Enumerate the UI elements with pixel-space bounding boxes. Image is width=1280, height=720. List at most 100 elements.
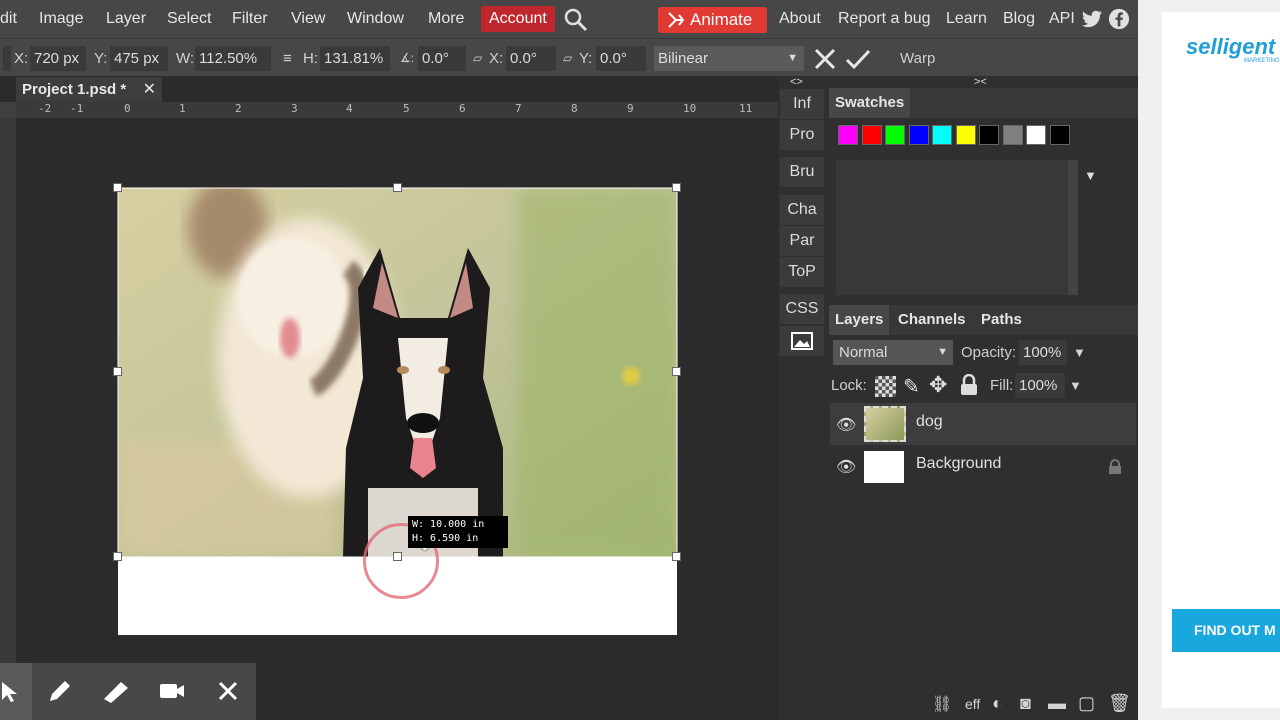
tab-layers[interactable]: Layers xyxy=(829,305,890,335)
transform-handle-top[interactable] xyxy=(393,183,402,192)
lock-move-icon[interactable]: ✥ xyxy=(929,372,947,398)
swatch-color[interactable] xyxy=(1049,125,1070,145)
side-btn-brush[interactable]: Bru xyxy=(780,157,824,187)
menu-window[interactable]: Window xyxy=(347,0,404,38)
transform-handle-bottom-right[interactable] xyxy=(672,552,681,561)
link-icon[interactable]: ≡ xyxy=(283,46,292,71)
facebook-icon[interactable] xyxy=(1108,8,1130,30)
pointer-tool-icon[interactable] xyxy=(0,663,32,720)
layer-row-background[interactable]: 👁︎ Background xyxy=(830,445,1136,487)
menu-edit[interactable]: dit xyxy=(0,0,17,38)
swatch-color[interactable] xyxy=(1026,125,1046,145)
fill-field[interactable]: 100% xyxy=(1015,373,1065,398)
new-group-folder-icon[interactable]: ▬ xyxy=(1048,693,1066,714)
lock-all-icon[interactable] xyxy=(959,373,979,396)
opacity-field[interactable]: 100% xyxy=(1019,340,1067,365)
image-icon xyxy=(791,332,813,350)
menu-select[interactable]: Select xyxy=(167,0,211,38)
highlighter-tool-icon[interactable] xyxy=(101,677,131,707)
menu-report-bug[interactable]: Report a bug xyxy=(838,0,931,38)
menu-learn[interactable]: Learn xyxy=(946,0,987,38)
interpolation-select[interactable]: Bilinear ▼ xyxy=(654,46,804,71)
document-canvas[interactable]: ⇕ W: 10.000 in H: 6.590 in xyxy=(113,183,681,635)
skew-y-field[interactable]: 0.0° xyxy=(596,46,646,71)
visibility-eye-icon[interactable]: 👁︎ xyxy=(836,457,856,477)
swatch-color[interactable] xyxy=(885,125,905,145)
close-toolbar-icon[interactable] xyxy=(215,677,245,707)
document-tab[interactable]: Project 1.psd * ✕ xyxy=(16,77,162,102)
side-btn-character[interactable]: Cha xyxy=(780,195,824,225)
link-layers-icon[interactable]: ⛓ xyxy=(932,694,952,714)
transform-handle-right[interactable] xyxy=(672,367,681,376)
swatch-color[interactable] xyxy=(908,125,929,145)
menu-about[interactable]: About xyxy=(779,0,821,38)
y-position-field[interactable]: 475 px xyxy=(110,46,168,71)
cancel-transform-icon[interactable] xyxy=(813,47,837,71)
ad-cta-button[interactable]: FIND OUT M xyxy=(1172,609,1280,652)
side-btn-properties[interactable]: Pro xyxy=(780,120,824,150)
account-button[interactable]: Account xyxy=(481,6,555,32)
opacity-dropdown-icon[interactable]: ▼ xyxy=(1073,345,1086,360)
swatches-menu-icon[interactable]: ▼ xyxy=(1084,168,1097,183)
tab-channels[interactable]: Channels xyxy=(892,305,972,335)
new-layer-icon[interactable]: ▢ xyxy=(1078,693,1095,714)
warp-button[interactable]: Warp xyxy=(900,46,935,71)
x-position-field[interactable]: 720 px xyxy=(30,46,86,71)
lock-transparency-icon[interactable] xyxy=(875,376,896,397)
menu-view[interactable]: View xyxy=(291,0,325,38)
transform-handle-bottom-left[interactable] xyxy=(113,552,122,561)
ad-content[interactable]: selligent MARKETING FIND OUT M xyxy=(1162,12,1280,708)
animate-button[interactable]: Animate xyxy=(658,7,767,33)
delete-layer-icon[interactable]: 🗑︎ xyxy=(1108,693,1131,714)
swatch-color[interactable] xyxy=(955,125,976,145)
menu-layer[interactable]: Layer xyxy=(106,0,146,38)
layer-thumbnail-dog xyxy=(864,406,906,442)
pen-tool-icon[interactable] xyxy=(46,677,76,707)
visibility-eye-icon[interactable]: 👁︎ xyxy=(836,415,856,435)
layer-name-dog[interactable]: dog xyxy=(916,413,943,431)
transform-bounding-box[interactable] xyxy=(112,182,683,563)
twitter-icon[interactable] xyxy=(1081,8,1103,30)
swatch-color[interactable] xyxy=(861,125,882,145)
search-icon[interactable] xyxy=(563,7,589,33)
layer-name-background[interactable]: Background xyxy=(916,455,1001,473)
layer-effects-button[interactable]: eff xyxy=(965,696,980,712)
camera-tool-icon[interactable] xyxy=(158,677,188,707)
commit-transform-icon[interactable] xyxy=(845,47,871,71)
collapse-panels-toggle[interactable]: >< xyxy=(974,76,987,88)
swatches-scrollbar[interactable] xyxy=(1068,160,1078,295)
swatch-color[interactable] xyxy=(932,125,952,145)
close-tab-icon[interactable]: ✕ xyxy=(143,77,156,102)
menu-more[interactable]: More xyxy=(428,0,464,38)
adjustment-layer-icon[interactable]: ◐ xyxy=(992,693,1003,714)
swatch-color[interactable] xyxy=(979,125,999,145)
height-percent-field[interactable]: 131.81% xyxy=(320,46,390,71)
swatches-grid-area[interactable] xyxy=(836,160,1078,295)
expand-panels-toggle[interactable]: <> xyxy=(790,76,803,88)
tab-swatches[interactable]: Swatches xyxy=(829,88,911,118)
swatch-color[interactable] xyxy=(838,125,858,145)
side-btn-image[interactable] xyxy=(780,326,824,356)
blend-mode-select[interactable]: Normal ▼ xyxy=(833,340,953,365)
lock-brush-icon[interactable]: ✎ xyxy=(903,374,920,399)
menu-image[interactable]: Image xyxy=(39,0,83,38)
width-percent-field[interactable]: 112.50% xyxy=(195,46,271,71)
transform-handle-top-left[interactable] xyxy=(113,183,122,192)
menu-blog[interactable]: Blog xyxy=(1003,0,1035,38)
skew-x-field[interactable]: 0.0° xyxy=(506,46,556,71)
w-label: W: xyxy=(176,50,195,67)
side-btn-tool-presets[interactable]: ToP xyxy=(780,257,824,287)
side-btn-paragraph[interactable]: Par xyxy=(780,226,824,256)
menu-api[interactable]: API xyxy=(1049,0,1075,38)
layer-mask-icon[interactable]: ◙ xyxy=(1020,693,1031,714)
transform-handle-left[interactable] xyxy=(113,367,122,376)
fill-dropdown-icon[interactable]: ▼ xyxy=(1069,378,1082,393)
transform-handle-top-right[interactable] xyxy=(672,183,681,192)
tab-paths[interactable]: Paths xyxy=(975,305,1028,335)
side-btn-css[interactable]: CSS xyxy=(780,294,824,324)
rotation-field[interactable]: 0.0° xyxy=(418,46,466,71)
swatch-color[interactable] xyxy=(1002,125,1023,145)
side-btn-info[interactable]: Inf xyxy=(780,89,824,119)
layer-row-dog[interactable]: 👁︎ dog xyxy=(830,403,1136,445)
menu-filter[interactable]: Filter xyxy=(232,0,268,38)
